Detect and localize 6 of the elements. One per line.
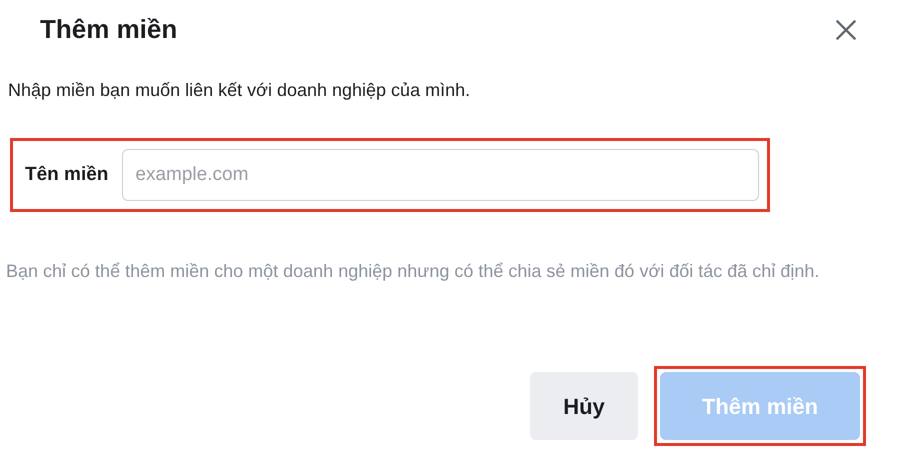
field-label: Tên miền	[25, 162, 108, 187]
domain-field[interactable]: example.com	[122, 149, 759, 201]
dialog-description: Nhập miền bạn muốn liên kết với doanh nghiệp của mình.	[8, 79, 472, 102]
dialog-title: Thêm miền	[40, 13, 178, 46]
cancel-button[interactable]: Hủy	[530, 372, 638, 440]
help-text: Bạn chỉ có thể thêm miền cho một doanh nghiệp nhưng có thể chia sẻ miền đó với đối tác đã chỉ định.	[6, 260, 820, 283]
